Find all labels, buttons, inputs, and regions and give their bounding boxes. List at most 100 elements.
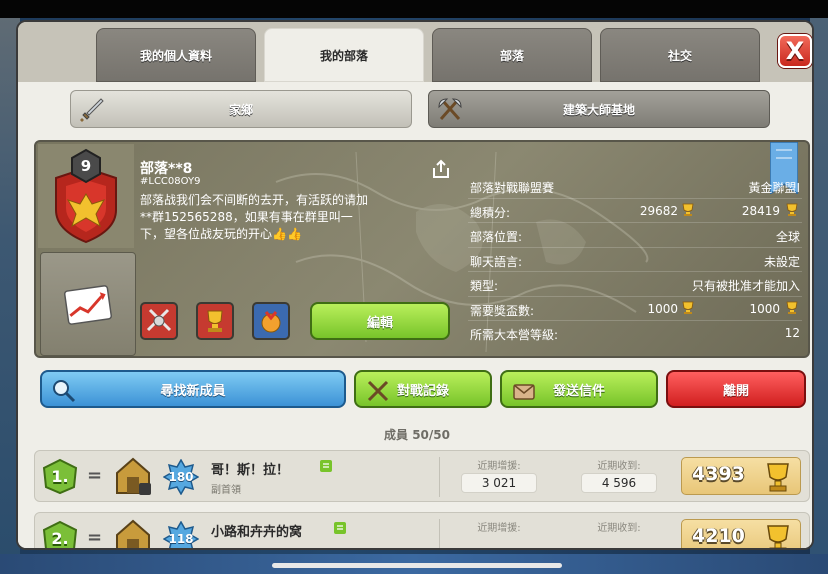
trophy-button[interactable] (196, 302, 234, 340)
trophy-icon (682, 203, 694, 216)
crossed-swords-icon (367, 380, 389, 402)
stat-required-townhall: 所需大本營等級: 12 (468, 321, 802, 346)
trophy-icon (786, 301, 798, 314)
stat-location: 部落位置: 全球 (468, 223, 802, 248)
trophy-icon (207, 310, 223, 332)
stat-label: 部落位置: (470, 230, 523, 244)
capital-trophy-button[interactable] (252, 302, 290, 340)
sword-icon (80, 98, 104, 122)
stat-required-trophies: 需要獎盃數: 1000 1000 (468, 297, 802, 321)
close-button[interactable]: X (778, 34, 812, 68)
clan-description: 部落战我们会不间断的去开，有活跃的请加**群152565288，如果有事在群里叫… (140, 193, 369, 241)
tab-clans[interactable]: 部落 (432, 28, 592, 82)
rank-badge: 2. (41, 519, 79, 548)
stat-value-home: 29682 (639, 203, 678, 218)
member-name: 小路和卉卉的窝 (211, 525, 303, 540)
stat-label: 總積分: (470, 205, 511, 220)
chat-icon (334, 522, 346, 534)
stat-war-league: 部落對戰聯盟賽 黃金聯盟I (468, 174, 802, 199)
stat-label: 聊天語言: (470, 254, 523, 269)
tab-my-profile[interactable]: 我的個人資料 (96, 28, 256, 82)
send-mail-label: 發送信件 (552, 383, 605, 399)
leave-clan-button[interactable]: 離開 (666, 370, 806, 408)
town-hall-icon (116, 519, 150, 548)
trophy-icon (786, 203, 798, 216)
member-name: 哥！斯！拉！ (211, 463, 290, 478)
chat-icon (320, 460, 332, 472)
war-log-label: 對戰記錄 (396, 383, 449, 399)
clan-info-panel: 9 部落**8 #LCC08OY9 部落战我们会不间断的去开，有活跃的请加**群… (34, 140, 810, 358)
trophy-icon (682, 301, 694, 314)
chart-trend-icon (63, 285, 113, 325)
member-trophies: 4210 (681, 519, 801, 548)
stat-value-builder: 28419 (741, 203, 780, 218)
clan-level: 9 (80, 157, 92, 175)
donated-label: 近期增援: (477, 461, 521, 472)
stat-value-builder: 1000 (749, 301, 780, 316)
member-role: 副首領 (211, 485, 241, 496)
builder-base-button[interactable]: 建築大師基地 (428, 90, 770, 128)
capital-medal-icon (261, 311, 281, 333)
received-value: 4 596 (581, 473, 657, 493)
member-rank: 2. (51, 528, 69, 548)
member-trophies: 4393 (681, 457, 801, 495)
clan-stats-chart-button[interactable] (40, 252, 136, 356)
clan-stats-list: 部落對戰聯盟賽 黃金聯盟I 總積分: 29682 28419 部落位置: 全球 (468, 174, 802, 346)
mail-icon (513, 384, 535, 400)
send-mail-button[interactable]: 發送信件 (500, 370, 658, 408)
stat-value: 黃金聯盟I (748, 181, 800, 195)
clan-badge-area: 9 (38, 144, 134, 248)
exp-level: 118 (168, 532, 194, 546)
war-trophy-button[interactable] (140, 302, 178, 340)
builder-base-label: 建築大師基地 (562, 102, 635, 117)
members-count: 成員 50/50 (384, 428, 450, 442)
clan-tag: #LCC08OY9 (140, 176, 201, 187)
crossed-axes-icon (438, 98, 462, 120)
edit-button[interactable]: 編輯 (310, 302, 450, 340)
member-row[interactable]: 2. = 118 小路和卉卉的窝 近期增援: 近期收到: 4210 (34, 512, 810, 548)
tab-bar: 我的個人資料 我的部落 部落 社交 X (18, 22, 812, 82)
donated-value: 3 021 (461, 473, 537, 493)
rank-badge: 1. (41, 457, 79, 495)
find-new-members-button[interactable]: 尋找新成員 (40, 370, 346, 408)
stat-type: 類型: 只有被批准才能加入 (468, 272, 802, 297)
member-row[interactable]: 1. = 180 哥！斯！拉！ 副首領 近期增援: 3 021 近期收到: 4 … (34, 450, 810, 502)
crossed-swords-icon (146, 308, 172, 332)
stat-value: 全球 (775, 230, 800, 244)
stat-label: 類型: (470, 279, 499, 293)
game-screen: 我的個人資料 我的部落 部落 社交 X 家鄉 建築大師基地 9 部落**8 #L… (0, 0, 828, 574)
home-village-button[interactable]: 家鄉 (70, 90, 412, 128)
stat-total-points: 總積分: 29682 28419 (468, 199, 802, 223)
stat-value-home: 1000 (647, 301, 678, 316)
member-rank: 1. (51, 466, 69, 486)
tab-my-clan[interactable]: 我的部落 (264, 28, 424, 82)
trophy-count: 4210 (692, 525, 745, 547)
donated-label: 近期增援: (477, 523, 521, 534)
find-new-members-label: 尋找新成員 (160, 383, 226, 399)
clan-name: 部落**8 (140, 161, 193, 177)
share-icon[interactable] (430, 158, 452, 180)
row-divider (439, 519, 440, 548)
search-person-icon (53, 380, 76, 403)
stat-value: 未設定 (763, 254, 800, 269)
trophy-count: 4393 (692, 463, 745, 485)
clan-window: 我的個人資料 我的部落 部落 社交 X 家鄉 建築大師基地 9 部落**8 #L… (16, 20, 814, 550)
status-bar (0, 0, 828, 18)
tab-social[interactable]: 社交 (600, 28, 760, 82)
rank-unchanged-icon: = (87, 527, 103, 548)
stat-label: 部落對戰聯盟賽 (470, 181, 555, 195)
clan-content: 家鄉 建築大師基地 9 部落**8 #LCC08OY9 部落战我们会不间断的去开… (18, 82, 812, 548)
stat-chat-language: 聊天語言: 未設定 (468, 248, 802, 272)
war-log-button[interactable]: 對戰記錄 (354, 370, 492, 408)
stat-label: 需要獎盃數: (470, 303, 535, 318)
row-divider (439, 457, 440, 497)
received-label: 近期收到: (597, 461, 641, 472)
stat-label: 所需大本營等級: (470, 328, 559, 342)
trophy-icon (767, 463, 789, 492)
home-indicator[interactable] (272, 563, 562, 568)
town-hall-icon (116, 457, 151, 495)
exp-level: 180 (168, 470, 194, 484)
home-village-label: 家鄉 (228, 102, 253, 117)
stat-value: 只有被批准才能加入 (691, 279, 800, 293)
trophy-icon (767, 525, 789, 548)
